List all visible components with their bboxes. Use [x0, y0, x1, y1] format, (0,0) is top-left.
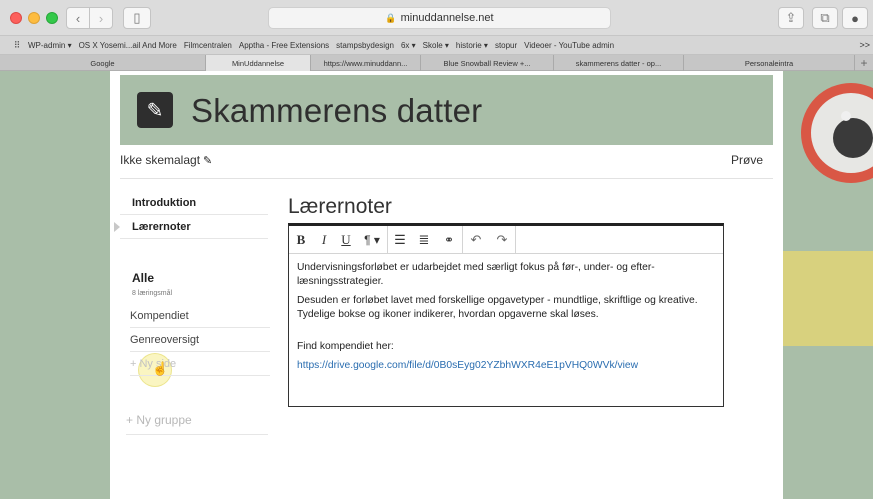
rich-text-editor[interactable]: B I U ¶ ▾ ☰ ≣ ⚭ ↶ ↷ Undervisningsforløbe… [288, 223, 724, 407]
forward-button[interactable]: › [89, 7, 113, 29]
link-icon[interactable]: ⚭ [436, 226, 462, 254]
nav-item-laerernoter[interactable]: Lærernoter [114, 215, 268, 239]
nav-item-label: Introduktion [132, 196, 197, 209]
tab-skammerens-datter[interactable]: skammerens datter - op... [554, 55, 684, 71]
nav-item-label: Lærernoter [132, 220, 191, 233]
nav-item-introduktion[interactable]: Introduktion [120, 191, 268, 215]
new-tab-button[interactable]: + [855, 55, 873, 70]
bookmark[interactable]: Filmcentralen [184, 41, 232, 50]
address-text: minuddannelse.net [400, 12, 494, 24]
selected-arrow-icon [114, 222, 120, 232]
paragraph-format-button[interactable]: ¶ ▾ [357, 226, 387, 254]
group-title: Alle [132, 271, 155, 285]
page-title: Skammerens datter [191, 92, 483, 129]
schedule-status-label: Ikke skemalagt [120, 153, 201, 167]
browser-titlebar: ‹ › ▯ 🔒 minuddannelse.net ↻ ⇪ ⧉ ● [0, 0, 873, 36]
bookmark[interactable]: 6x ▾ [401, 41, 416, 50]
web-page: ✎ Skammerens datter Ikke skemalagt ✎ Prøv… [0, 71, 873, 499]
tab-blue-snowball[interactable]: Blue Snowball Review +... [421, 55, 554, 71]
group-subtitle: 8 læringsmål [132, 290, 173, 297]
edit-document-icon: ✎ [137, 92, 173, 128]
main-content: ✎ Skammerens datter Ikke skemalagt ✎ Prøv… [110, 71, 783, 499]
extension-icon: ● [851, 10, 859, 26]
list-item-kompendiet[interactable]: Kompendiet [130, 304, 270, 328]
toolbar-divider [515, 225, 516, 254]
sidebar-icon: ▯ [133, 10, 141, 25]
bookmark[interactable]: historie ▾ [456, 41, 488, 50]
bookmark[interactable]: Skole ▾ [423, 41, 449, 50]
bookmarks-bar: ⠿ WP-admin ▾ OS X Yosemi...ail And More … [0, 36, 873, 55]
ordered-list-icon[interactable]: ☰ [388, 226, 412, 254]
background-pin-graphic [801, 83, 873, 183]
tab-bar: Google MinUddannelse https://www.minudda… [0, 55, 873, 71]
undo-icon[interactable]: ↶ [463, 226, 489, 254]
back-button[interactable]: ‹ [66, 7, 90, 29]
pencil-icon[interactable]: ✎ [203, 155, 212, 167]
kompendium-link[interactable]: https://drive.google.com/file/d/0B0sEyg0… [297, 359, 715, 373]
share-icon: ⇪ [785, 10, 797, 25]
bookmark[interactable]: stopur [495, 41, 517, 50]
editor-paragraph: Desuden er forløbet lavet med forskellig… [297, 295, 698, 320]
bold-button[interactable]: B [289, 226, 313, 254]
hand-cursor-icon: ☝ [152, 361, 169, 376]
bookmark[interactable]: WP-admin ▾ [28, 41, 72, 50]
bookmarks-overflow-button[interactable]: >> [859, 40, 870, 50]
sidebar-toggle-button[interactable]: ▯ [123, 7, 151, 29]
unordered-list-icon[interactable]: ≣ [412, 226, 436, 254]
tabs-icon: ⧉ [820, 10, 830, 25]
tab-minuddannelse-url[interactable]: https://www.minuddann... [311, 55, 421, 71]
list-item-genreoversigt[interactable]: Genreoversigt [130, 328, 270, 352]
window-close-button[interactable] [10, 12, 22, 24]
chevron-right-icon: › [98, 10, 104, 26]
status-row: Ikke skemalagt ✎ Prøve [120, 151, 773, 179]
editor-content[interactable]: Undervisningsforløbet er udarbejdet med … [289, 254, 723, 385]
window-maximize-button[interactable] [46, 12, 58, 24]
schedule-status[interactable]: Ikke skemalagt ✎ [120, 153, 212, 167]
show-tabs-button[interactable]: ⧉ [812, 7, 838, 29]
redo-icon[interactable]: ↷ [489, 226, 515, 254]
course-header: ✎ Skammerens datter [120, 75, 773, 145]
bookmark[interactable]: stampsbydesign [336, 41, 394, 50]
window-minimize-button[interactable] [28, 12, 40, 24]
chevron-left-icon: ‹ [75, 10, 81, 26]
italic-button[interactable]: I [313, 226, 335, 254]
bookmark[interactable]: Videoer - YouTube admin [524, 41, 614, 50]
address-bar[interactable]: 🔒 minuddannelse.net ↻ [268, 7, 857, 29]
background-right [783, 71, 873, 499]
new-group-button[interactable]: + Ny gruppe [126, 405, 268, 435]
bookmark[interactable]: OS X Yosemi...ail And More [79, 41, 177, 50]
background-left [0, 71, 110, 499]
editor-toolbar: B I U ¶ ▾ ☰ ≣ ⚭ ↶ ↷ [289, 225, 723, 254]
section-title: Lærernoter [288, 195, 392, 218]
underline-button[interactable]: U [335, 226, 357, 254]
lock-icon: 🔒 [385, 12, 397, 23]
top-sites-grid-icon[interactable]: ⠿ [6, 40, 28, 51]
editor-paragraph: Undervisningsforløbet er udarbejdet med … [297, 262, 655, 287]
extension-button[interactable]: ● [842, 7, 868, 29]
editor-paragraph: Find kompendiet her: [297, 341, 394, 352]
new-page-button[interactable]: + Ny side [130, 352, 270, 376]
tab-minuddannelse[interactable]: MinUddannelse [206, 55, 311, 71]
tab-personaleintra[interactable]: Personaleintra [684, 55, 855, 71]
background-yellow-block [783, 251, 873, 346]
bookmark[interactable]: Apptha - Free Extensions [239, 41, 329, 50]
prove-link[interactable]: Prøve [731, 153, 763, 167]
share-button[interactable]: ⇪ [778, 7, 804, 29]
page-navigation: Introduktion Lærernoter [114, 191, 268, 239]
tab-google[interactable]: Google [0, 55, 206, 71]
